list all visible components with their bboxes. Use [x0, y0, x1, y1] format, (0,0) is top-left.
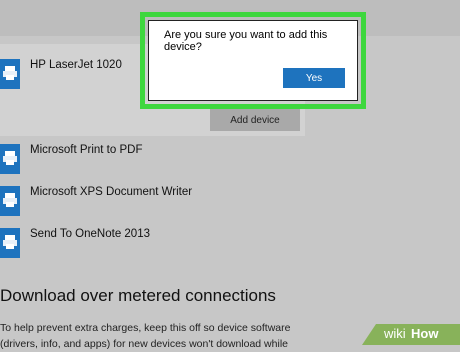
device-name: HP LaserJet 1020 [30, 59, 122, 71]
printer-icon [0, 144, 20, 174]
printer-icon [0, 228, 20, 258]
metered-section-body: To help prevent extra charges, keep this… [0, 320, 290, 352]
metered-section-title: Download over metered connections [0, 286, 276, 305]
device-name: Send To OneNote 2013 [30, 228, 150, 240]
add-device-button[interactable]: Add device [210, 109, 300, 131]
metered-body-line: (drivers, info, and apps) for new device… [0, 338, 288, 350]
wikihow-watermark: wiki How [362, 324, 460, 345]
device-name: Microsoft Print to PDF [30, 144, 143, 156]
metered-body-line: To help prevent extra charges, keep this… [0, 322, 291, 334]
printer-icon [0, 186, 20, 216]
watermark-text-wiki: wiki [384, 326, 406, 341]
watermark-text-how: How [411, 326, 439, 341]
confirm-dialog: Are you sure you want to add this device… [148, 20, 358, 101]
printer-icon [0, 59, 20, 89]
device-name: Microsoft XPS Document Writer [30, 186, 193, 198]
dialog-question: Are you sure you want to add this device… [164, 29, 328, 53]
yes-button[interactable]: Yes [283, 68, 345, 88]
